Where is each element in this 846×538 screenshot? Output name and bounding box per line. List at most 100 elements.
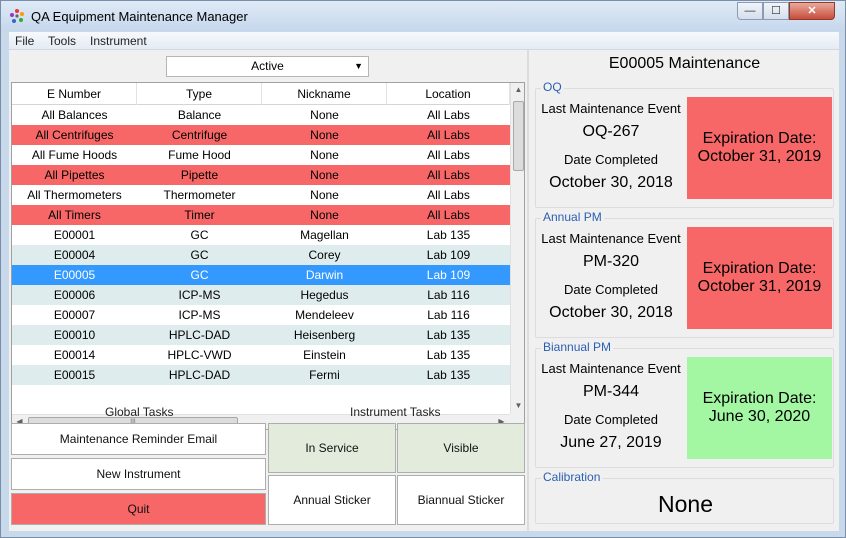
in-service-button[interactable]: In Service [268, 423, 396, 473]
table-row[interactable]: E00007 ICP-MS Mendeleev Lab 116 [12, 305, 510, 325]
detail-title: E00005 Maintenance [608, 55, 761, 72]
table-row[interactable]: E00015 HPLC-DAD Fermi Lab 135 [12, 365, 510, 385]
visible-button[interactable]: Visible [397, 423, 525, 473]
menu-tools[interactable]: Tools [48, 34, 76, 48]
last-event-label: Last Maintenance Event [541, 361, 681, 376]
table-cell: E00005 [53, 268, 96, 282]
table-cell: E00001 [53, 228, 96, 242]
chevron-down-icon: ▼ [354, 61, 363, 71]
table-row[interactable]: E00006 ICP-MS Hegedus Lab 116 [12, 285, 510, 305]
status-filter-dropdown[interactable]: Active ▼ [166, 56, 369, 77]
table-row[interactable]: All Timers Timer None All Labs [12, 205, 510, 225]
table-row[interactable]: E00010 HPLC-DAD Heisenberg Lab 135 [12, 325, 510, 345]
date-completed-label: Date Completed [564, 412, 658, 427]
table-cell: All Fume Hoods [31, 148, 118, 162]
table-cell: Thermometer [163, 188, 236, 202]
annual-sticker-button[interactable]: Annual Sticker [268, 475, 396, 525]
vertical-scroll-thumb[interactable] [513, 101, 524, 171]
table-header: E Number Type Nickname Location [12, 83, 510, 105]
expiration-label: Expiration Date: [702, 130, 817, 147]
maintenance-reminder-email-button[interactable]: Maintenance Reminder Email [11, 423, 266, 455]
last-event-label: Last Maintenance Event [541, 231, 681, 246]
calibration-value: None [658, 491, 713, 517]
table-row[interactable]: E00004 GC Corey Lab 109 [12, 245, 510, 265]
table-cell: None [310, 108, 339, 122]
close-button[interactable]: ✕ [789, 2, 835, 20]
column-header-location[interactable]: Location [387, 83, 510, 105]
annual-pm-section: Annual PM Last Maintenance Event PM-320 … [535, 210, 834, 338]
column-header-type[interactable]: Type [137, 83, 262, 105]
new-instrument-button[interactable]: New Instrument [11, 458, 266, 490]
table-cell: All Labs [427, 208, 470, 222]
quit-button[interactable]: Quit [11, 493, 266, 525]
date-completed-label: Date Completed [564, 282, 658, 297]
table-cell: All Balances [41, 108, 108, 122]
app-window: QA Equipment Maintenance Manager — ☐ ✕ F… [0, 0, 846, 538]
table-cell: Lab 135 [426, 348, 471, 362]
last-event-label: Last Maintenance Event [541, 101, 681, 116]
table-cell: All Labs [427, 108, 470, 122]
table-cell: Corey [308, 248, 341, 262]
table-cell: E00007 [53, 308, 96, 322]
table-cell: All Labs [427, 148, 470, 162]
title-bar[interactable]: QA Equipment Maintenance Manager — ☐ ✕ [1, 1, 845, 31]
table-row[interactable]: All Pipettes Pipette None All Labs [12, 165, 510, 185]
expiration-label: Expiration Date: [702, 260, 817, 277]
biannual-sticker-button[interactable]: Biannual Sticker [397, 475, 525, 525]
section-caption: Annual PM [541, 210, 604, 224]
expiration-date: October 31, 2019 [697, 148, 822, 165]
table-cell: E00014 [53, 348, 96, 362]
table-cell: HPLC-DAD [168, 328, 231, 342]
table-cell: All Labs [427, 188, 470, 202]
expiration-date: October 31, 2019 [697, 278, 822, 295]
window-title: QA Equipment Maintenance Manager [31, 9, 248, 24]
expiration-label: Expiration Date: [702, 390, 817, 407]
column-header-nickname[interactable]: Nickname [262, 83, 387, 105]
table-row[interactable]: E00014 HPLC-VWD Einstein Lab 135 [12, 345, 510, 365]
table-cell: All Labs [427, 128, 470, 142]
menu-instrument[interactable]: Instrument [90, 34, 147, 48]
column-header-e-number[interactable]: E Number [12, 83, 137, 105]
table-cell: Heisenberg [293, 328, 356, 342]
table-row[interactable]: All Thermometers Thermometer None All Labs [12, 185, 510, 205]
expiration-box: Expiration Date: October 31, 2019 [687, 97, 832, 199]
table-cell: E00006 [53, 288, 96, 302]
vertical-scrollbar[interactable]: ▲ ▼ [510, 83, 524, 414]
scroll-down-icon[interactable]: ▼ [511, 401, 524, 410]
expiration-box: Expiration Date: October 31, 2019 [687, 227, 832, 329]
table-cell: Lab 109 [426, 248, 471, 262]
maximize-button[interactable]: ☐ [763, 2, 789, 20]
table-row[interactable]: E00005 GC Darwin Lab 109 [12, 265, 510, 285]
table-cell: Centrifuge [171, 128, 228, 142]
table-cell: Hegedus [300, 288, 349, 302]
expiration-box: Expiration Date: June 30, 2020 [687, 357, 832, 459]
global-tasks-label: Global Tasks [105, 405, 174, 419]
table-cell: Lab 116 [427, 288, 470, 302]
expiration-date: June 30, 2020 [708, 408, 811, 425]
table-cell: Lab 116 [427, 308, 470, 322]
minimize-button[interactable]: — [737, 2, 763, 20]
maintenance-detail-panel: E00005 Maintenance OQ Last Maintenance E… [530, 50, 839, 531]
calibration-section: Calibration None [535, 470, 834, 524]
scroll-up-icon[interactable]: ▲ [511, 85, 524, 94]
table-cell: Pipette [180, 168, 219, 182]
date-completed-value: June 27, 2019 [560, 434, 662, 451]
last-event-value: OQ-267 [582, 123, 640, 140]
last-event-value: PM-344 [582, 383, 640, 400]
table-row[interactable]: All Fume Hoods Fume Hood None All Labs [12, 145, 510, 165]
oq-section: OQ Last Maintenance Event OQ-267 Date Co… [535, 80, 834, 208]
table-cell: ICP-MS [178, 308, 221, 322]
table-cell: GC [190, 248, 209, 262]
panel-divider[interactable] [527, 50, 529, 531]
section-caption: Biannual PM [541, 340, 614, 354]
table-row[interactable]: E00001 GC Magellan Lab 135 [12, 225, 510, 245]
table-cell: Einstein [303, 348, 346, 362]
table-cell: E00015 [53, 368, 96, 382]
table-cell: Lab 135 [426, 228, 471, 242]
table-cell: All Centrifuges [35, 128, 114, 142]
table-row[interactable]: All Balances Balance None All Labs [12, 105, 510, 125]
menu-file[interactable]: File [15, 34, 34, 48]
table-cell: HPLC-DAD [168, 368, 231, 382]
table-row[interactable]: All Centrifuges Centrifuge None All Labs [12, 125, 510, 145]
table-cell: HPLC-VWD [167, 348, 232, 362]
